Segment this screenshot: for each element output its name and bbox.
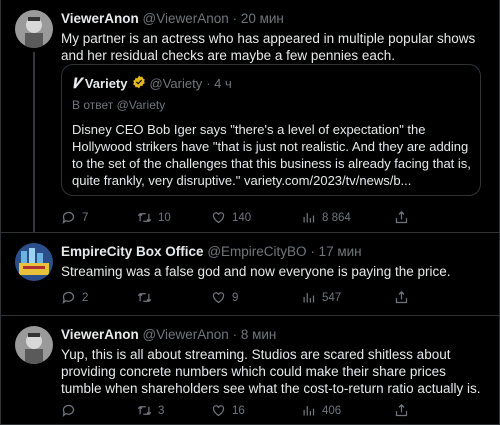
- author-handle[interactable]: @ViewerAnon: [143, 327, 229, 342]
- share-icon: [395, 210, 408, 224]
- retweet-button[interactable]: 3: [137, 403, 164, 418]
- quote-text: Disney CEO Bob Iger says "there's a leve…: [72, 122, 471, 188]
- retweet-count: 10: [158, 211, 171, 224]
- share-button[interactable]: [394, 403, 409, 418]
- views-count: 406: [322, 404, 342, 417]
- reply-icon: [62, 211, 75, 224]
- views-button[interactable]: 8 864: [301, 210, 351, 225]
- verified-badge-icon: [132, 75, 146, 92]
- views-chart-icon: [303, 213, 315, 223]
- tweet[interactable]: ViewerAnon @ViewerAnon · 20 мин My partn…: [1, 0, 500, 232]
- retweet-button[interactable]: [137, 290, 158, 305]
- share-icon: [395, 403, 408, 417]
- tweet-text: My partner is an actress who has appeare…: [61, 31, 476, 63]
- author-name[interactable]: ViewerAnon: [61, 11, 139, 26]
- timeline: ViewerAnon @ViewerAnon · 20 мин My partn…: [0, 0, 500, 425]
- views-button[interactable]: 547: [301, 290, 341, 305]
- reply-icon: [62, 404, 75, 417]
- tweet-actions: 2 9 547: [61, 290, 481, 308]
- views-button[interactable]: 406: [301, 403, 341, 418]
- tweet-header: ViewerAnon @ViewerAnon · 20 мин: [61, 11, 284, 26]
- views-count: 547: [322, 291, 342, 304]
- share-button[interactable]: [394, 210, 409, 225]
- quote-header: 𝑽 Variety @Variety · 4 ч: [72, 75, 232, 92]
- tweet-time[interactable]: · 8 мин: [233, 327, 277, 342]
- retweet-count: 3: [158, 404, 165, 417]
- quote-author-handle[interactable]: @Variety: [150, 76, 203, 91]
- tweet-actions: 7 10 140 8 864: [61, 210, 481, 228]
- tweet-time[interactable]: · 17 мин: [310, 244, 361, 259]
- quote-time[interactable]: · 4 ч: [206, 76, 232, 91]
- tweet-time[interactable]: · 20 мин: [233, 11, 284, 26]
- tweet-actions: 3 16 406: [61, 403, 481, 421]
- variety-logo-icon: 𝑽: [72, 75, 81, 91]
- reply-button[interactable]: 7: [61, 210, 88, 225]
- reply-button[interactable]: 2: [61, 290, 88, 305]
- like-count: 9: [232, 291, 239, 304]
- share-icon: [395, 290, 408, 304]
- retweet-button[interactable]: 10: [137, 210, 171, 225]
- quoted-tweet[interactable]: 𝑽 Variety @Variety · 4 ч В ответ @Variet…: [61, 64, 481, 196]
- author-name[interactable]: EmpireCity Box Office: [61, 244, 204, 259]
- tweet-header: ViewerAnon @ViewerAnon · 8 мин: [61, 327, 276, 342]
- tweet-text: Streaming was a false god and now everyo…: [61, 264, 451, 279]
- avatar[interactable]: [15, 10, 53, 48]
- author-name[interactable]: ViewerAnon: [61, 327, 139, 342]
- views-count: 8 864: [322, 211, 351, 224]
- retweet-icon: [137, 292, 152, 303]
- reply-button[interactable]: [61, 403, 82, 418]
- avatar[interactable]: [15, 243, 53, 281]
- thread-connector: [33, 52, 35, 232]
- like-button[interactable]: 140: [211, 210, 251, 225]
- heart-icon: [212, 212, 225, 224]
- author-handle[interactable]: @ViewerAnon: [143, 11, 229, 26]
- share-button[interactable]: [394, 290, 409, 305]
- like-count: 140: [232, 211, 252, 224]
- reply-context[interactable]: В ответ @Variety: [72, 98, 165, 112]
- like-button[interactable]: 9: [211, 290, 238, 305]
- reply-count: 2: [82, 291, 89, 304]
- tweet-header: EmpireCity Box Office @EmpireCityBO · 17…: [61, 244, 362, 259]
- retweet-icon: [137, 212, 152, 223]
- retweet-icon: [137, 405, 152, 416]
- like-count: 16: [232, 404, 245, 417]
- tweet-text: Yup, this is all about streaming. Studio…: [61, 347, 481, 396]
- heart-icon: [212, 405, 225, 417]
- like-button[interactable]: 16: [211, 403, 245, 418]
- quote-author-name[interactable]: Variety: [85, 76, 128, 91]
- tweet[interactable]: ViewerAnon @ViewerAnon · 8 мин Yup, this…: [1, 316, 500, 425]
- author-handle[interactable]: @EmpireCityBO: [207, 244, 306, 259]
- reply-icon: [62, 291, 75, 304]
- views-chart-icon: [303, 406, 315, 416]
- avatar[interactable]: [15, 326, 53, 364]
- views-chart-icon: [303, 293, 315, 303]
- heart-icon: [212, 292, 225, 304]
- tweet[interactable]: EmpireCity Box Office @EmpireCityBO · 17…: [1, 233, 500, 315]
- reply-count: 7: [82, 211, 89, 224]
